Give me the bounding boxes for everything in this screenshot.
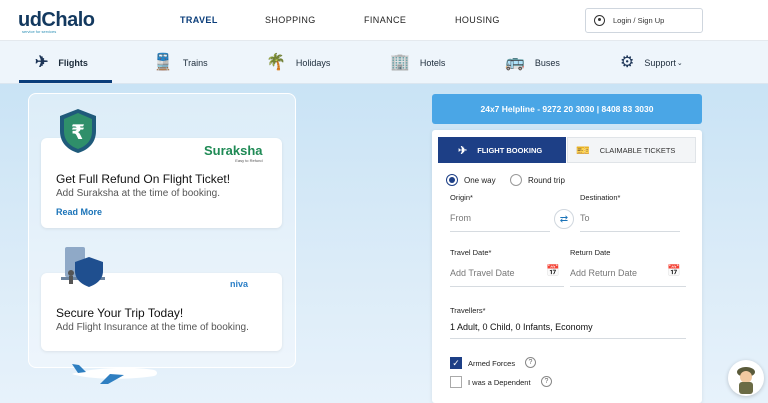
tab-claimable-tickets[interactable]: 🎫 CLAIMABLE TICKETS	[567, 137, 696, 163]
tab-flight-booking[interactable]: ✈ FLIGHT BOOKING	[438, 137, 566, 163]
trip-round-radio[interactable]: Round trip	[510, 174, 565, 186]
plane-icon: ✈	[35, 53, 49, 71]
chat-assistant-avatar[interactable]	[728, 360, 764, 396]
suraksha-tagline: Easy to Refund	[235, 158, 263, 163]
calendar-icon[interactable]: 📅	[667, 264, 681, 277]
travellers-label: Travellers*	[450, 306, 486, 315]
trip-round-label: Round trip	[528, 175, 565, 185]
topnav-housing[interactable]: HOUSING	[455, 15, 500, 25]
user-icon	[594, 15, 605, 26]
help-icon[interactable]: ?	[541, 376, 552, 387]
niva-logo: niva	[230, 279, 249, 289]
login-signup-button[interactable]: Login / Sign Up	[585, 8, 703, 33]
subnav-hotels-label: Hotels	[419, 57, 446, 68]
tab-flight-booking-label: FLIGHT BOOKING	[477, 145, 543, 155]
soldier-mascot-icon	[737, 367, 755, 394]
airplane-illustration	[72, 364, 157, 384]
origin-label: Origin*	[450, 193, 473, 202]
subnav-buses[interactable]: 🚌 Buses	[505, 41, 560, 84]
support-gear-icon: ⚙	[620, 53, 635, 71]
travel-subnav: ✈ Flights 🚆 Trains 🌴 Holidays 🏢 Hotels 🚌…	[0, 41, 768, 84]
travellers-select[interactable]: 1 Adult, 0 Child, 0 Infants, Economy	[450, 322, 686, 339]
radio-unselected-icon	[510, 174, 522, 186]
subnav-holidays-label: Holidays	[295, 57, 331, 68]
origin-input[interactable]: From	[450, 213, 550, 232]
palm-tree-icon: 🌴	[266, 53, 286, 71]
suraksha-logo: Suraksha Easy to Refund	[204, 143, 263, 163]
ticket-icon: 🎫	[576, 144, 590, 157]
read-more-link[interactable]: Read More	[56, 207, 102, 217]
subnav-trains-label: Trains	[182, 57, 208, 68]
brand-logo[interactable]: udChalo service for services	[18, 9, 95, 34]
subnav-buses-label: Buses	[534, 57, 560, 68]
armed-forces-checkbox[interactable]: ✓	[450, 357, 462, 369]
subnav-support-label: Support	[644, 57, 676, 68]
dependent-checkbox[interactable]	[450, 376, 462, 388]
active-tab-indicator	[19, 80, 112, 83]
return-date-label: Return Date	[570, 248, 611, 257]
trip-oneway-radio[interactable]: One way	[446, 174, 496, 186]
bus-icon: 🚌	[505, 53, 525, 71]
insurance-promo-text: Add Flight Insurance at the time of book…	[56, 322, 249, 333]
subnav-support[interactable]: ⚙ Support ⌄	[620, 41, 683, 84]
refund-promo-text: Add Suraksha at the time of booking.	[56, 188, 220, 199]
trip-oneway-label: One way	[464, 175, 496, 185]
subnav-flights[interactable]: ✈ Flights	[35, 41, 88, 84]
travel-date-label: Travel Date*	[450, 248, 492, 257]
destination-label: Destination*	[580, 193, 621, 202]
plane-icon: ✈	[458, 144, 468, 157]
calendar-icon[interactable]: 📅	[546, 264, 560, 277]
svg-text:₹: ₹	[71, 120, 85, 144]
hotel-icon: 🏢	[390, 53, 410, 71]
tab-claimable-label: CLAIMABLE TICKETS	[599, 145, 676, 155]
radio-selected-icon	[446, 174, 458, 186]
subnav-hotels[interactable]: 🏢 Hotels	[390, 41, 445, 84]
top-header: udChalo service for services TRAVEL SHOP…	[0, 0, 768, 41]
help-icon[interactable]: ?	[525, 357, 536, 368]
armed-forces-label: Armed Forces	[468, 359, 516, 368]
insurance-promo-title: Secure Your Trip Today!	[56, 306, 184, 320]
insurance-shield-icon	[61, 247, 105, 287]
topnav-shopping[interactable]: SHOPPING	[265, 15, 316, 25]
train-icon: 🚆	[153, 53, 173, 71]
helpline-banner: 24x7 Helpline - 9272 20 3030 | 8408 83 3…	[432, 94, 702, 124]
refund-promo-title: Get Full Refund On Flight Ticket!	[56, 172, 231, 186]
brand-name: udChalo	[18, 9, 95, 31]
chevron-down-icon: ⌄	[676, 59, 683, 67]
dependent-label: I was a Dependent	[468, 378, 531, 387]
topnav-travel[interactable]: TRAVEL	[180, 15, 218, 25]
swap-icon[interactable]: ⇄	[554, 209, 574, 229]
login-label: Login / Sign Up	[613, 16, 665, 25]
refund-shield-icon: ₹	[60, 109, 96, 153]
topnav-finance[interactable]: FINANCE	[364, 15, 406, 25]
subnav-holidays[interactable]: 🌴 Holidays	[266, 41, 330, 84]
subnav-trains[interactable]: 🚆 Trains	[153, 41, 208, 84]
suraksha-name: Suraksha	[204, 143, 263, 158]
subnav-flights-label: Flights	[58, 57, 88, 68]
destination-input[interactable]: To	[580, 213, 680, 232]
